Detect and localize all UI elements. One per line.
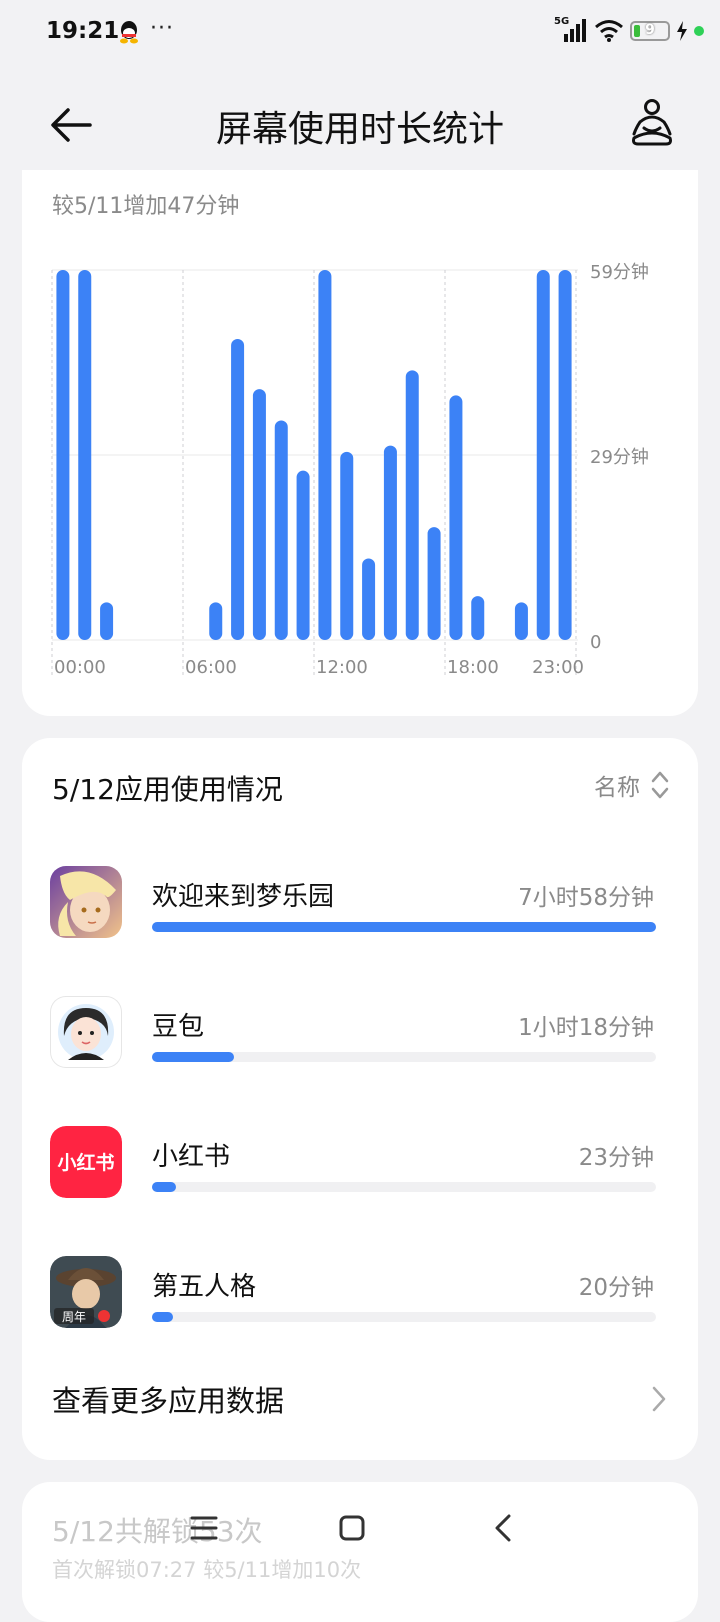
usage-bar-h14 [362,558,376,640]
app-duration: 7小时58分钟 [518,885,654,911]
usage-bar-h13 [340,451,354,640]
home-icon[interactable] [332,1508,372,1548]
x-tick-label: 00:00 [54,657,106,678]
meditation-icon[interactable] [630,98,674,148]
x-tick-label: 23:00 [532,657,584,678]
doubao-app-icon [50,996,122,1068]
sort-button[interactable]: 名称 [594,768,670,802]
identity-v-app-icon: 周年 [50,1256,122,1328]
battery-level: 9 [645,22,655,38]
app-name: 小红书 [152,1142,231,1172]
app-name: 豆包 [152,1012,205,1042]
usage-bar-h1 [78,270,92,640]
nav-back-icon[interactable] [484,1508,524,1548]
usage-bar-track [152,922,656,932]
usage-bar-h18 [449,395,463,640]
app-name: 欢迎来到梦乐园 [152,882,335,912]
network-type: 5G [554,16,570,27]
usage-bar-h21 [514,602,528,640]
usage-bar-h0 [56,270,70,640]
app-row-xiaohongshu[interactable]: 小红书 小红书 23分钟 [22,1126,698,1236]
page-title: 屏幕使用时长统计 [215,109,504,150]
screen-time-chart-card: 较5/11增加47分钟 59分钟 29分钟 0 00:00 06:00 12:00 18:0… [22,170,698,716]
app-row-mengleyuan[interactable]: 欢迎来到梦乐园 7小时58分钟 [22,866,698,976]
usage-bar-fill [152,1312,174,1322]
usage-bar-h9 [252,389,266,640]
y-tick-label: 29分钟 [590,447,649,468]
chart-svg: 59分钟 29分钟 0 00:00 06:00 12:00 18:00 23:00 [51,262,649,678]
usage-bar-track [152,1182,656,1192]
charging-icon [677,21,687,41]
usage-bar-h16 [405,370,419,640]
usage-card-title: 5/12应用使用情况 [52,773,283,806]
system-nav-bar [0,1500,720,1560]
usage-bar-fill [152,1182,177,1192]
privacy-indicator [694,26,704,36]
status-overflow: ··· [150,16,174,41]
view-more-apps-button[interactable]: 查看更多应用数据 [22,1378,698,1438]
app-duration: 23分钟 [578,1145,654,1171]
y-tick-label: 0 [590,632,601,653]
signal-icon: 5G [554,16,588,44]
battery-icon: 9 [630,21,670,41]
app-row-doubao[interactable]: 豆包 1小时18分钟 [22,996,698,1106]
chevron-right-icon [652,1386,666,1412]
usage-bar-h2 [100,602,114,640]
usage-bar-track [152,1052,656,1062]
x-tick-label: 18:00 [447,657,499,678]
x-tick-label: 06:00 [185,657,237,678]
x-tick-label: 12:00 [316,657,368,678]
xiaohongshu-app-icon: 小红书 [50,1126,122,1198]
app-usage-card: 5/12应用使用情况 名称 欢迎来到梦乐园 7小时58分钟 豆包 1小时18分钟… [22,738,698,1460]
usage-bar-track [152,1312,656,1322]
usage-bar-h15 [383,445,397,640]
usage-bar-h12 [318,270,332,640]
usage-bar-h10 [274,420,288,640]
usage-bar-h23 [558,270,572,640]
usage-bar-h8 [231,338,245,640]
y-tick-label: 59分钟 [590,262,649,283]
usage-bar-h22 [536,270,550,640]
anniversary-badge: 周年 [62,1310,86,1324]
app-header: 屏幕使用时长统计 [0,80,720,170]
status-bar: 19:21 ··· 5G 9 [0,0,720,64]
mengleyuan-app-icon [50,866,122,938]
sort-updown-icon [651,771,669,799]
usage-bar-h7 [209,602,223,640]
usage-bar-fill [152,922,656,932]
status-time: 19:21 [46,18,120,44]
usage-bar-h17 [427,527,441,640]
xiaohongshu-icon-text: 小红书 [57,1151,114,1174]
usage-bar-fill [152,1052,235,1062]
menu-icon[interactable] [184,1508,224,1548]
app-duration: 20分钟 [578,1275,654,1301]
qq-icon [120,21,138,44]
view-more-label: 查看更多应用数据 [52,1384,285,1418]
app-name: 第五人格 [152,1272,257,1302]
app-row-identity-v[interactable]: 周年 第五人格 20分钟 [22,1256,698,1366]
wifi-icon [595,20,623,42]
usage-bar-h11 [296,470,310,640]
usage-bar-h19 [471,596,485,640]
sort-label: 名称 [594,775,640,801]
app-duration: 1小时18分钟 [518,1015,654,1041]
